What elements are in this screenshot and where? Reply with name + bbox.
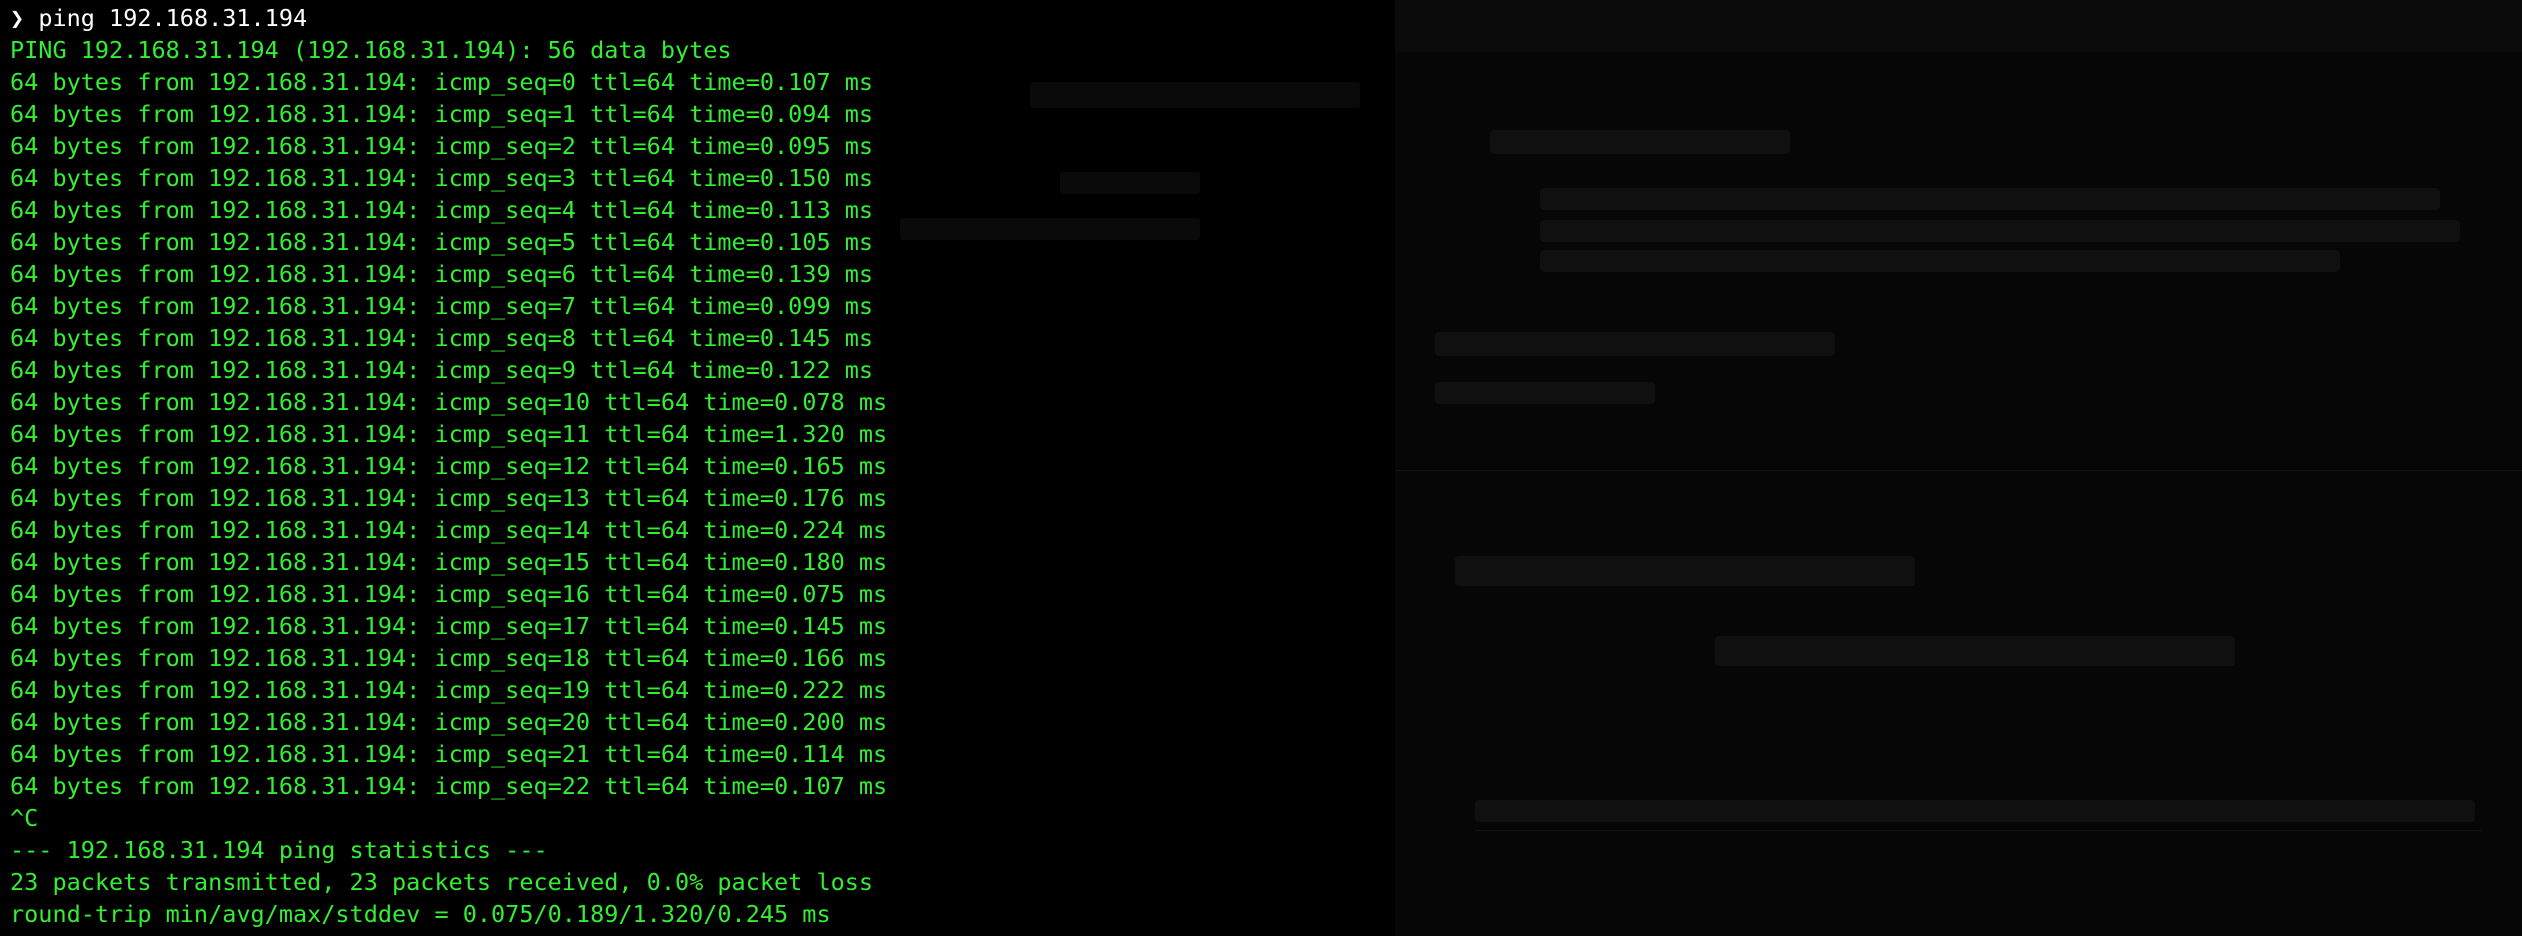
- output-line: PING 192.168.31.194 (192.168.31.194): 56…: [10, 36, 732, 64]
- output-line: 64 bytes from 192.168.31.194: icmp_seq=2…: [10, 772, 888, 800]
- output-line: round-trip min/avg/max/stddev = 0.075/0.…: [10, 900, 831, 928]
- output-line: 64 bytes from 192.168.31.194: icmp_seq=1…: [10, 388, 888, 416]
- terminal-output[interactable]: ❯ ping 192.168.31.194 PING 192.168.31.194…: [10, 2, 887, 930]
- output-line: 64 bytes from 192.168.31.194: icmp_seq=2…: [10, 740, 888, 768]
- output-line: 64 bytes from 192.168.31.194: icmp_seq=1…: [10, 484, 888, 512]
- output-line: 64 bytes from 192.168.31.194: icmp_seq=0…: [10, 68, 874, 96]
- output-line: 64 bytes from 192.168.31.194: icmp_seq=2…: [10, 708, 888, 736]
- prompt-symbol: ❯: [10, 4, 25, 32]
- output-line: 64 bytes from 192.168.31.194: icmp_seq=1…: [10, 420, 888, 448]
- output-line: ^C: [10, 804, 39, 832]
- output-line: 23 packets transmitted, 23 packets recei…: [10, 868, 874, 896]
- background-window-ghost: [1395, 0, 2522, 936]
- output-line: 64 bytes from 192.168.31.194: icmp_seq=8…: [10, 324, 874, 352]
- output-line: 64 bytes from 192.168.31.194: icmp_seq=9…: [10, 356, 874, 384]
- output-line: 64 bytes from 192.168.31.194: icmp_seq=7…: [10, 292, 874, 320]
- output-line: 64 bytes from 192.168.31.194: icmp_seq=5…: [10, 228, 874, 256]
- output-line: 64 bytes from 192.168.31.194: icmp_seq=3…: [10, 164, 874, 192]
- output-line: --- 192.168.31.194 ping statistics ---: [10, 836, 548, 864]
- output-line: 64 bytes from 192.168.31.194: icmp_seq=1…: [10, 452, 888, 480]
- output-line: 64 bytes from 192.168.31.194: icmp_seq=1…: [10, 676, 888, 704]
- output-line: 64 bytes from 192.168.31.194: icmp_seq=1…: [10, 644, 888, 672]
- command-text: ping 192.168.31.194: [38, 4, 308, 32]
- output-line: 64 bytes from 192.168.31.194: icmp_seq=1…: [10, 612, 888, 640]
- output-line: 64 bytes from 192.168.31.194: icmp_seq=1…: [10, 516, 888, 544]
- prompt-line: ❯ ping 192.168.31.194: [10, 2, 887, 34]
- output-line: 64 bytes from 192.168.31.194: icmp_seq=1…: [10, 548, 888, 576]
- output-line: 64 bytes from 192.168.31.194: icmp_seq=1…: [10, 100, 874, 128]
- output-line: 64 bytes from 192.168.31.194: icmp_seq=2…: [10, 132, 874, 160]
- output-lines: PING 192.168.31.194 (192.168.31.194): 56…: [10, 34, 887, 930]
- output-line: 64 bytes from 192.168.31.194: icmp_seq=1…: [10, 580, 888, 608]
- output-line: 64 bytes from 192.168.31.194: icmp_seq=4…: [10, 196, 874, 224]
- output-line: 64 bytes from 192.168.31.194: icmp_seq=6…: [10, 260, 874, 288]
- terminal-window[interactable]: ❯ ping 192.168.31.194 PING 192.168.31.194…: [0, 0, 2522, 936]
